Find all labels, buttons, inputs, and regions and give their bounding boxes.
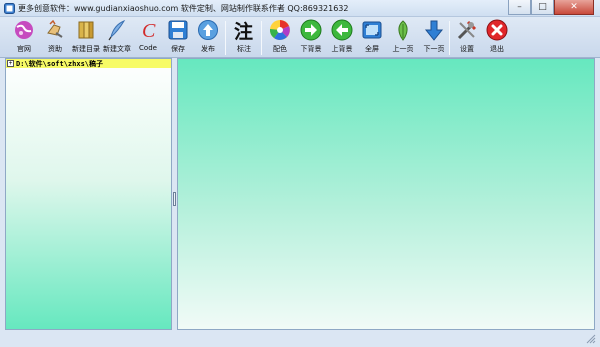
- toolbar-button-save[interactable]: 保存: [161, 19, 195, 57]
- toolbar-button-code[interactable]: C Code: [131, 19, 165, 57]
- status-bar: [0, 331, 600, 347]
- arrow-right-circle-icon: [300, 19, 322, 41]
- toolbar-label: 下一页: [423, 45, 445, 53]
- color-wheel-icon: [269, 20, 290, 40]
- close-button[interactable]: ✕: [554, 0, 594, 15]
- tree-root-path: D:\软件\soft\zhxs\稿子: [16, 60, 104, 68]
- toolbar-button-fullscreen[interactable]: 全屏: [355, 19, 389, 57]
- window-title: 更多创意软件：www.gudianxiaoshuo.com 软件定制、网站制作联…: [18, 4, 349, 13]
- toolbar-label: 发布: [201, 45, 215, 53]
- toolbar-label: 配色: [273, 45, 287, 53]
- upload-arrow-icon: [198, 20, 218, 40]
- arrow-down-icon: [424, 20, 444, 41]
- toolbar-button-next-background[interactable]: 下背景: [294, 19, 328, 57]
- arrow-left-circle-icon: [331, 19, 353, 41]
- window-controls: – □ ✕: [508, 0, 594, 16]
- gift-icon: [47, 19, 63, 38]
- toolbar-button-settings[interactable]: 设置: [450, 19, 484, 57]
- toolbar-button-exit[interactable]: 退出: [480, 19, 514, 57]
- exit-x-icon: [486, 19, 508, 41]
- toolbar-label: 标注: [237, 45, 251, 53]
- toolbar-label: 全屏: [365, 45, 379, 53]
- leaf-up-icon: [398, 20, 408, 41]
- svg-text:注: 注: [234, 20, 253, 41]
- toolbar-label: 上一页: [392, 45, 414, 53]
- toolbar-button-website[interactable]: 官网: [7, 19, 41, 57]
- toolbar-label: 资助: [48, 45, 62, 53]
- toolbar-separator: [261, 21, 262, 55]
- annotate-char-icon: 注: [234, 20, 253, 41]
- article-content-pane[interactable]: [177, 58, 595, 330]
- toolbar-label: 新建目录: [72, 45, 100, 53]
- toolbar-button-annotate[interactable]: 注 标注: [227, 19, 261, 57]
- toolbar-label: 退出: [490, 45, 504, 53]
- toolbar-label: 保存: [171, 45, 185, 53]
- toolbar-button-donate[interactable]: 资助: [38, 19, 72, 57]
- toolbar-separator: [225, 21, 226, 55]
- toolbar-button-new-article[interactable]: 新建文章: [100, 19, 134, 57]
- quill-icon: [108, 19, 126, 41]
- toolbar-button-next-page[interactable]: 下一页: [417, 19, 451, 57]
- books-icon: [78, 21, 94, 39]
- globe-icon: [15, 21, 33, 39]
- floppy-disk-icon: [168, 20, 188, 40]
- toolbar-label: 下背景: [300, 45, 322, 53]
- directory-tree-pane[interactable]: + D:\软件\soft\zhxs\稿子: [5, 58, 172, 330]
- tree-expand-toggle[interactable]: +: [7, 60, 14, 67]
- app-icon: [4, 3, 15, 14]
- minimize-button[interactable]: –: [508, 0, 531, 15]
- toolbar: 官网 资助 新建目录 新建文章 C Code 保存 发布 注 标注 配色 下背景…: [0, 17, 600, 58]
- tools-icon: [457, 20, 477, 40]
- resize-grip-icon[interactable]: [586, 334, 596, 344]
- toolbar-button-publish[interactable]: 发布: [191, 19, 225, 57]
- splitter-grip[interactable]: [173, 192, 176, 206]
- toolbar-label: 上背景: [331, 45, 353, 53]
- tree-root-node[interactable]: + D:\软件\soft\zhxs\稿子: [6, 59, 171, 68]
- toolbar-button-new-folder[interactable]: 新建目录: [69, 19, 103, 57]
- toolbar-label: 新建文章: [103, 45, 131, 53]
- toolbar-button-color-scheme[interactable]: 配色: [263, 19, 297, 57]
- toolbar-button-prev-background[interactable]: 上背景: [325, 19, 359, 57]
- maximize-button[interactable]: □: [531, 0, 554, 15]
- svg-text:C: C: [142, 20, 156, 41]
- code-c-icon: C: [142, 20, 156, 41]
- toolbar-label: Code: [139, 44, 157, 52]
- toolbar-button-prev-page[interactable]: 上一页: [386, 19, 420, 57]
- title-bar: 更多创意软件：www.gudianxiaoshuo.com 软件定制、网站制作联…: [0, 0, 600, 17]
- toolbar-label: 设置: [460, 45, 474, 53]
- fullscreen-icon: [362, 21, 382, 39]
- toolbar-label: 官网: [17, 45, 31, 53]
